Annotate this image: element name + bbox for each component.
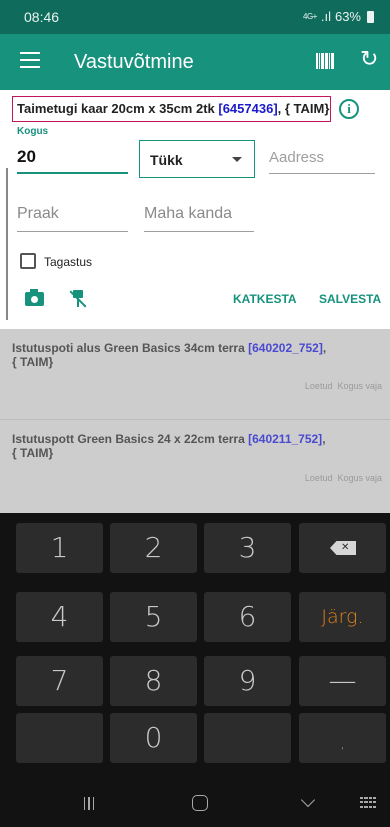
key-6[interactable]: 6: [204, 592, 291, 642]
save-button[interactable]: SALVESTA: [319, 292, 381, 306]
refresh-icon[interactable]: ↻: [360, 46, 378, 72]
battery-icon: [367, 10, 374, 23]
quantity-label: Kogus: [17, 126, 49, 137]
maha-kanda-input[interactable]: Maha kanda: [144, 205, 254, 232]
praak-input[interactable]: Praak: [17, 205, 128, 232]
signal-icon: .ıl: [320, 9, 331, 24]
app-bar: Vastuvõtmine ↻: [0, 34, 390, 90]
camera-icon[interactable]: [25, 289, 44, 306]
network-type: 4G+: [303, 11, 317, 21]
keyboard-icon[interactable]: [360, 797, 376, 809]
key-7[interactable]: 7: [16, 656, 103, 706]
cancel-button[interactable]: KATKESTA: [233, 292, 297, 306]
product-field[interactable]: Taimetugi kaar 20cm x 35cm 2tk [6457436]…: [12, 96, 331, 122]
caret-down-icon: [232, 157, 242, 162]
barcode-icon[interactable]: [316, 53, 334, 69]
backspace-icon: [330, 541, 356, 555]
page-title: Vastuvõtmine: [74, 51, 194, 73]
home-icon[interactable]: [192, 795, 208, 811]
key-5[interactable]: 5: [110, 592, 197, 642]
list-item-meta: Loetud Kogus vaja: [304, 381, 382, 391]
unit-select[interactable]: Tükk: [139, 140, 255, 178]
next-key[interactable]: Järg.: [299, 592, 386, 642]
status-indicators: 4G+ .ıl 63%: [303, 9, 374, 24]
key-1[interactable]: 1: [16, 523, 103, 573]
unit-value: Tükk: [150, 152, 183, 168]
scroll-indicator: [6, 168, 8, 320]
list-item[interactable]: Istutuspott Green Basics 24 x 22cm terra…: [0, 420, 390, 513]
list-item-meta: Loetud Kogus vaja: [304, 473, 382, 483]
list-item[interactable]: Istutuspoti alus Green Basics 34cm terra…: [0, 329, 390, 420]
product-name: Taimetugi kaar 20cm x 35cm 2tk: [17, 101, 219, 116]
blank-key[interactable]: [16, 713, 103, 763]
return-checkbox-label: Tagastus: [44, 255, 93, 269]
menu-icon[interactable]: [20, 52, 40, 68]
key-4[interactable]: 4: [16, 592, 103, 642]
key-2[interactable]: 2: [110, 523, 197, 573]
key-3[interactable]: 3: [204, 523, 291, 573]
quantity-input[interactable]: 20: [17, 144, 128, 174]
list-item-title: Istutuspott Green Basics 24 x 22cm terra…: [12, 432, 326, 460]
navigation-bar: [0, 777, 390, 827]
key-8[interactable]: 8: [110, 656, 197, 706]
minus-key[interactable]: —: [299, 656, 386, 706]
comma-key[interactable]: ,: [299, 713, 386, 763]
back-icon[interactable]: [300, 792, 316, 808]
address-input[interactable]: Aadress: [269, 146, 375, 174]
key-0[interactable]: 0: [110, 713, 197, 763]
recent-apps-icon[interactable]: [84, 797, 94, 810]
product-code: [6457436]: [218, 101, 278, 116]
list-item-title: Istutuspoti alus Green Basics 34cm terra…: [12, 341, 327, 369]
backspace-key[interactable]: [299, 523, 386, 573]
battery-level: 63%: [334, 9, 361, 24]
status-bar: 08:46 4G+ .ıl 63%: [0, 0, 390, 34]
pin-off-icon[interactable]: [69, 290, 87, 308]
item-list: Istutuspoti alus Green Basics 34cm terra…: [0, 329, 390, 513]
blank-key[interactable]: [204, 713, 291, 763]
status-time: 08:46: [24, 9, 60, 25]
product-suffix: , { TAIM}: [277, 101, 330, 116]
return-checkbox[interactable]: [20, 253, 36, 269]
key-9[interactable]: 9: [204, 656, 291, 706]
info-icon[interactable]: i: [339, 99, 359, 119]
